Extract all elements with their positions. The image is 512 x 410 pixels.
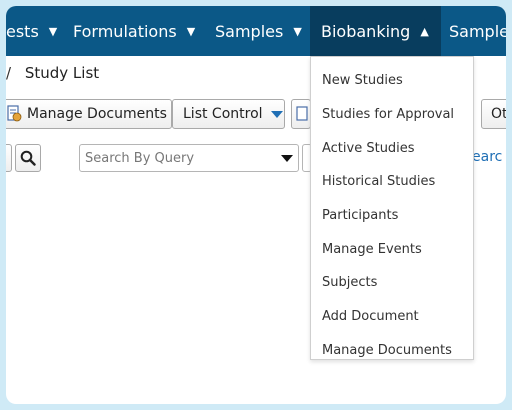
nav-item-samples-label: Samples xyxy=(215,21,284,41)
app-window: ests ▼ Formulations ▼ Samples ▼ Biobanki… xyxy=(6,6,506,404)
search-link[interactable]: earc xyxy=(472,149,502,165)
breadcrumb-current: Study List xyxy=(24,64,100,82)
nav-item-biobanking-label: Biobanking xyxy=(321,21,411,41)
menu-item-manage-documents[interactable]: Manage Documents xyxy=(322,343,452,358)
nav-item-sample-label: Sample xyxy=(449,21,506,41)
search-input-edge[interactable] xyxy=(6,144,12,172)
caret-down-icon: ▼ xyxy=(293,24,302,38)
list-control-label: List Control xyxy=(183,106,263,122)
breadcrumb: / Study List xyxy=(6,64,99,82)
menu-item-active-studies[interactable]: Active Studies xyxy=(322,141,415,156)
manage-documents-button[interactable]: Manage Documents xyxy=(6,99,172,129)
nav-item-sample[interactable]: Sample xyxy=(449,6,506,56)
menu-item-studies-for-approval[interactable]: Studies for Approval xyxy=(322,107,454,122)
other-button[interactable]: Ot xyxy=(481,99,506,129)
manage-documents-label: Manage Documents xyxy=(27,106,167,122)
nav-item-samples[interactable]: Samples ▼ xyxy=(215,6,302,56)
search-by-query-input[interactable] xyxy=(85,150,275,166)
menu-item-manage-events[interactable]: Manage Events xyxy=(322,242,422,257)
nav-item-formulations[interactable]: Formulations ▼ xyxy=(73,6,195,56)
caret-up-icon: ▲ xyxy=(420,24,429,38)
nav-item-biobanking[interactable]: Biobanking ▲ xyxy=(310,6,441,56)
search-by-query-select[interactable] xyxy=(79,144,299,172)
search-button[interactable] xyxy=(15,144,41,172)
caret-down-icon: ▼ xyxy=(186,24,196,38)
caret-down-icon: ▼ xyxy=(48,24,58,38)
menu-item-participants[interactable]: Participants xyxy=(322,208,398,223)
menu-item-historical-studies[interactable]: Historical Studies xyxy=(322,174,435,189)
document-icon xyxy=(296,106,308,121)
breadcrumb-separator: / xyxy=(6,64,12,82)
main-navbar: ests ▼ Formulations ▼ Samples ▼ Biobanki… xyxy=(6,6,506,56)
other-button-label: Ot xyxy=(491,106,506,122)
menu-item-new-studies[interactable]: New Studies xyxy=(322,73,403,88)
nav-item-formulations-label: Formulations xyxy=(73,21,177,41)
list-control-button[interactable]: List Control xyxy=(172,99,285,129)
caret-down-icon xyxy=(270,110,283,118)
biobanking-dropdown-menu: New Studies Studies for Approval Active … xyxy=(310,56,474,360)
nav-item-tests[interactable]: ests ▼ xyxy=(6,6,57,56)
nav-item-tests-label: ests xyxy=(6,21,39,41)
toolbar-tool-button[interactable] xyxy=(291,99,311,129)
document-icon xyxy=(7,105,22,122)
caret-down-icon xyxy=(281,154,293,162)
menu-item-add-document[interactable]: Add Document xyxy=(322,309,419,324)
search-icon xyxy=(20,150,36,166)
menu-item-subjects[interactable]: Subjects xyxy=(322,275,377,290)
